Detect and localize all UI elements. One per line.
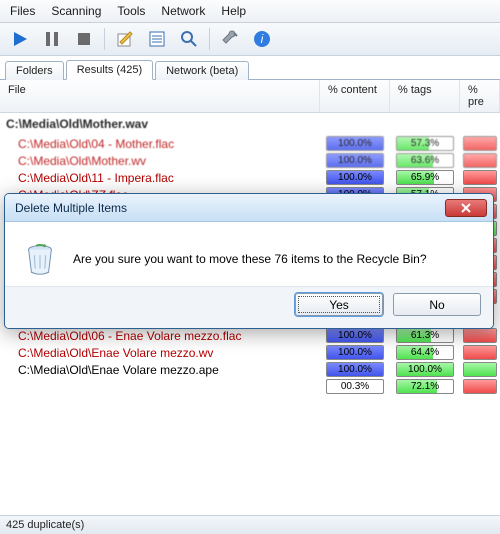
- dialog-message: Are you sure you want to move these 76 i…: [73, 252, 427, 266]
- close-button[interactable]: [445, 199, 487, 217]
- close-icon: [461, 203, 471, 213]
- tab-results[interactable]: Results (425): [66, 60, 153, 80]
- no-button[interactable]: No: [393, 293, 481, 316]
- dialog-title: Delete Multiple Items: [15, 201, 127, 215]
- delete-dialog: Delete Multiple Items Are you sure you w…: [4, 193, 494, 329]
- yes-button[interactable]: Yes: [295, 293, 383, 316]
- recycle-bin-icon: [21, 240, 59, 278]
- dialog-titlebar[interactable]: Delete Multiple Items: [5, 194, 493, 222]
